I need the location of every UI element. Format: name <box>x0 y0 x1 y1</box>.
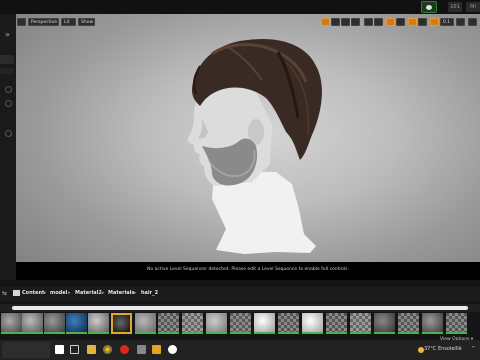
asset-thumbnail[interactable] <box>422 313 443 334</box>
asset-thumbnail[interactable] <box>350 313 371 334</box>
task-view-icon[interactable] <box>70 345 79 354</box>
asset-thumbnail-selected[interactable] <box>111 313 132 334</box>
surface-snap-icon[interactable] <box>374 18 383 26</box>
tray-expand-icon[interactable]: ^ <box>471 346 475 352</box>
asset-thumbnail[interactable] <box>88 313 109 334</box>
panel-row[interactable] <box>0 55 14 64</box>
asset-thumbnail[interactable] <box>66 313 87 334</box>
opera-icon[interactable] <box>120 345 129 354</box>
asset-thumbnail[interactable] <box>135 313 156 334</box>
asset-thumbnail[interactable] <box>326 313 347 334</box>
file-explorer-icon[interactable] <box>87 345 96 354</box>
expand-chevron-icon[interactable]: » <box>5 30 10 39</box>
radio-icon[interactable] <box>5 100 12 107</box>
weather-label: Ensoleillé <box>437 346 462 352</box>
head-model-render <box>187 39 322 254</box>
asset-thumbnail[interactable] <box>374 313 395 334</box>
breadcrumb-item[interactable]: hair_2 <box>141 290 158 296</box>
asset-thumbnail[interactable] <box>22 313 43 334</box>
rotation-size-icon[interactable] <box>418 18 427 26</box>
scale-snap-icon[interactable] <box>430 18 439 26</box>
unreal-engine-icon[interactable] <box>168 345 177 354</box>
asset-thumbnail[interactable] <box>44 313 65 334</box>
play-button[interactable] <box>421 1 437 13</box>
breadcrumb-item[interactable]: model <box>50 290 67 296</box>
show-button[interactable]: Show <box>78 18 95 26</box>
taskbar-weather[interactable]: 37°C Ensoleillé <box>424 346 462 352</box>
breadcrumb-item[interactable]: Material2 <box>75 290 102 296</box>
scrollbar-thumb[interactable] <box>12 306 468 310</box>
history-back-icon[interactable]: ⇆ <box>2 290 7 297</box>
content-browser-path-bar <box>0 287 480 301</box>
scale-icon[interactable] <box>351 18 360 26</box>
select-mode-icon[interactable] <box>321 18 330 26</box>
asset-thumbnail[interactable] <box>1 313 22 334</box>
asset-thumbnail[interactable] <box>398 313 419 334</box>
level-viewport[interactable]: Perspective Lit Show 0.1 <box>16 14 480 280</box>
lit-button[interactable]: Lit <box>61 18 76 26</box>
temperature-value: 37°C <box>424 346 437 352</box>
maximize-viewport-icon[interactable] <box>468 18 477 26</box>
asset-thumbnail[interactable] <box>254 313 275 334</box>
breadcrumb-separator-icon: ▸ <box>44 290 47 296</box>
top-menu-label[interactable]: Mi <box>466 2 480 12</box>
perspective-button[interactable]: Perspective <box>28 18 59 26</box>
asset-thumbnail[interactable] <box>206 313 227 334</box>
app-icon[interactable] <box>137 345 146 354</box>
asset-thumbnail[interactable] <box>158 313 179 334</box>
scale-snap-value[interactable]: 0.1 <box>440 18 454 26</box>
editor-top-strip <box>0 0 480 14</box>
rotate-icon[interactable] <box>341 18 350 26</box>
asset-thumbnail[interactable] <box>230 313 251 334</box>
asset-thumbnail[interactable] <box>446 313 467 334</box>
move-icon[interactable] <box>331 18 340 26</box>
viewport-status-message: No active Level Sequencer detected. Plea… <box>147 267 349 272</box>
asset-thumbnail[interactable] <box>302 313 323 334</box>
blender-icon[interactable] <box>152 345 161 354</box>
panel-row[interactable] <box>0 68 14 74</box>
breadcrumb-item[interactable]: Content <box>22 290 44 296</box>
rotation-snap-icon[interactable] <box>408 18 417 26</box>
taskbar-thumbnail-preview[interactable] <box>2 342 50 358</box>
radio-icon[interactable] <box>5 86 12 93</box>
breadcrumb-separator-icon: ▸ <box>68 290 71 296</box>
asset-thumbnail[interactable] <box>278 313 299 334</box>
radio-icon[interactable] <box>5 130 12 137</box>
chrome-icon[interactable] <box>103 345 112 354</box>
camera-speed-icon[interactable] <box>456 18 465 26</box>
viewport-menu-icon[interactable] <box>17 18 26 26</box>
start-icon[interactable] <box>55 345 64 354</box>
asset-scrollbar[interactable] <box>0 304 480 312</box>
top-counter-label: 101 <box>448 2 462 12</box>
breadcrumb-separator-icon: ▸ <box>102 290 105 296</box>
breadcrumb-separator-icon: ▸ <box>134 290 137 296</box>
asset-thumbnail[interactable] <box>182 313 203 334</box>
folder-icon <box>13 290 20 296</box>
play-icon <box>426 5 432 10</box>
world-space-icon[interactable] <box>364 18 373 26</box>
grid-snap-icon[interactable] <box>386 18 395 26</box>
grid-size-icon[interactable] <box>396 18 405 26</box>
breadcrumb-item[interactable]: Materials <box>108 290 134 296</box>
left-side-panel: » <box>0 14 16 280</box>
